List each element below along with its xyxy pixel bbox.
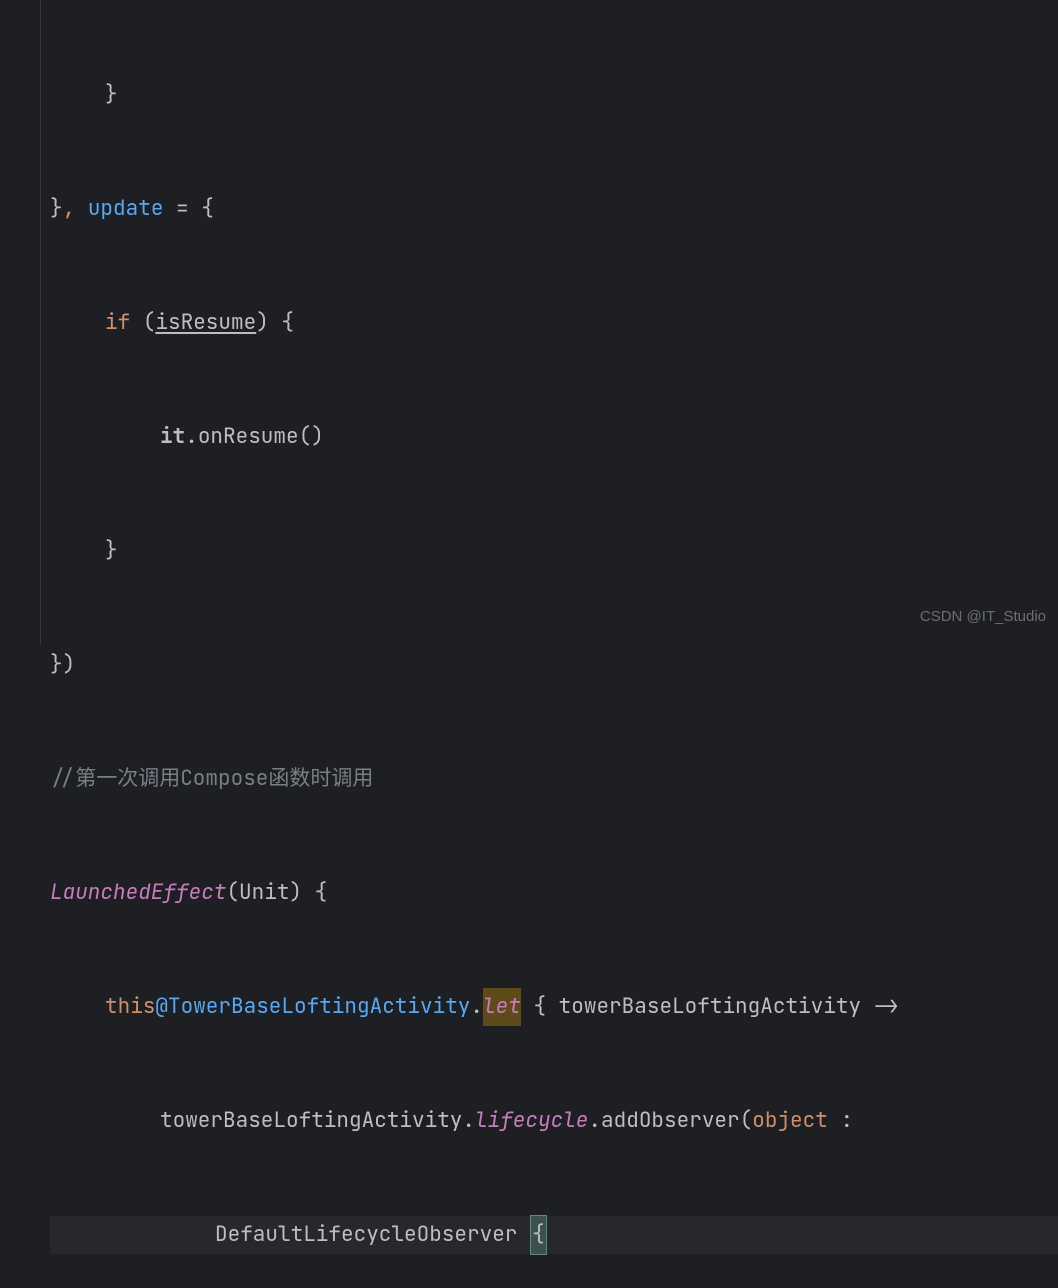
brace: {	[533, 988, 546, 1026]
code-line[interactable]: }, update = {	[50, 190, 1058, 228]
param-name: update	[88, 190, 164, 228]
space	[521, 988, 534, 1026]
paren: (	[740, 1102, 753, 1140]
dot: .	[470, 988, 483, 1026]
comment: //第一次调用Compose函数时调用	[50, 760, 373, 798]
lambda-arg: towerBaseLoftingActivity ->	[546, 988, 899, 1026]
fn-call: onResume	[198, 418, 299, 456]
keyword-this: this	[105, 988, 155, 1026]
code-line[interactable]: }	[50, 532, 1058, 570]
brace: }	[50, 646, 63, 684]
keyword-if: if	[105, 304, 130, 342]
keyword-object: object	[752, 1102, 828, 1140]
code-line[interactable]: //第一次调用Compose函数时调用	[50, 760, 1058, 798]
fn-launchedeffect: LaunchedEffect	[50, 874, 226, 912]
code-line[interactable]: towerBaseLoftingActivity.lifecycle.addOb…	[50, 1102, 1058, 1140]
brace: {	[315, 874, 328, 912]
label: @TowerBaseLoftingActivity	[155, 988, 470, 1026]
brace: }	[105, 76, 118, 114]
cursor-brace: {	[530, 1215, 547, 1255]
brace: {	[281, 304, 294, 342]
var: towerBaseLoftingActivity.	[160, 1102, 475, 1140]
comma: ,	[63, 190, 76, 228]
watermark: CSDN @IT_Studio	[920, 598, 1046, 636]
code-line[interactable]: it.onResume()	[50, 418, 1058, 456]
prop-lifecycle: lifecycle	[475, 1102, 588, 1140]
brace: }	[50, 190, 63, 228]
paren: )	[289, 874, 314, 912]
fn-call: addObserver	[601, 1102, 740, 1140]
brace: }	[105, 532, 118, 570]
code-line[interactable]: if (isResume) {	[50, 304, 1058, 342]
class-name: DefaultLifecycleObserver	[215, 1216, 530, 1254]
dot: .	[588, 1102, 601, 1140]
paren: ()	[299, 418, 324, 456]
colon: :	[828, 1102, 853, 1140]
paren: )	[63, 646, 76, 684]
type-unit: Unit	[239, 874, 289, 912]
code-line[interactable]: LaunchedEffect(Unit) {	[50, 874, 1058, 912]
code-line[interactable]: }	[50, 76, 1058, 114]
dot: .	[185, 418, 198, 456]
paren: (	[130, 304, 155, 342]
code-editor[interactable]: } }, update = { if (isResume) { it.onRes…	[0, 0, 1058, 1288]
paren: (	[226, 874, 239, 912]
var-isresume: isResume	[155, 304, 256, 342]
fn-let: let	[483, 988, 521, 1026]
code-line[interactable]: })	[50, 646, 1058, 684]
paren: )	[256, 304, 281, 342]
equals: =	[163, 190, 201, 228]
code-line-active[interactable]: DefaultLifecycleObserver {	[50, 1216, 1058, 1254]
brace: {	[201, 190, 214, 228]
keyword-it: it	[160, 418, 185, 456]
code-line[interactable]: this@TowerBaseLoftingActivity.let { towe…	[50, 988, 1058, 1026]
space	[75, 190, 88, 228]
